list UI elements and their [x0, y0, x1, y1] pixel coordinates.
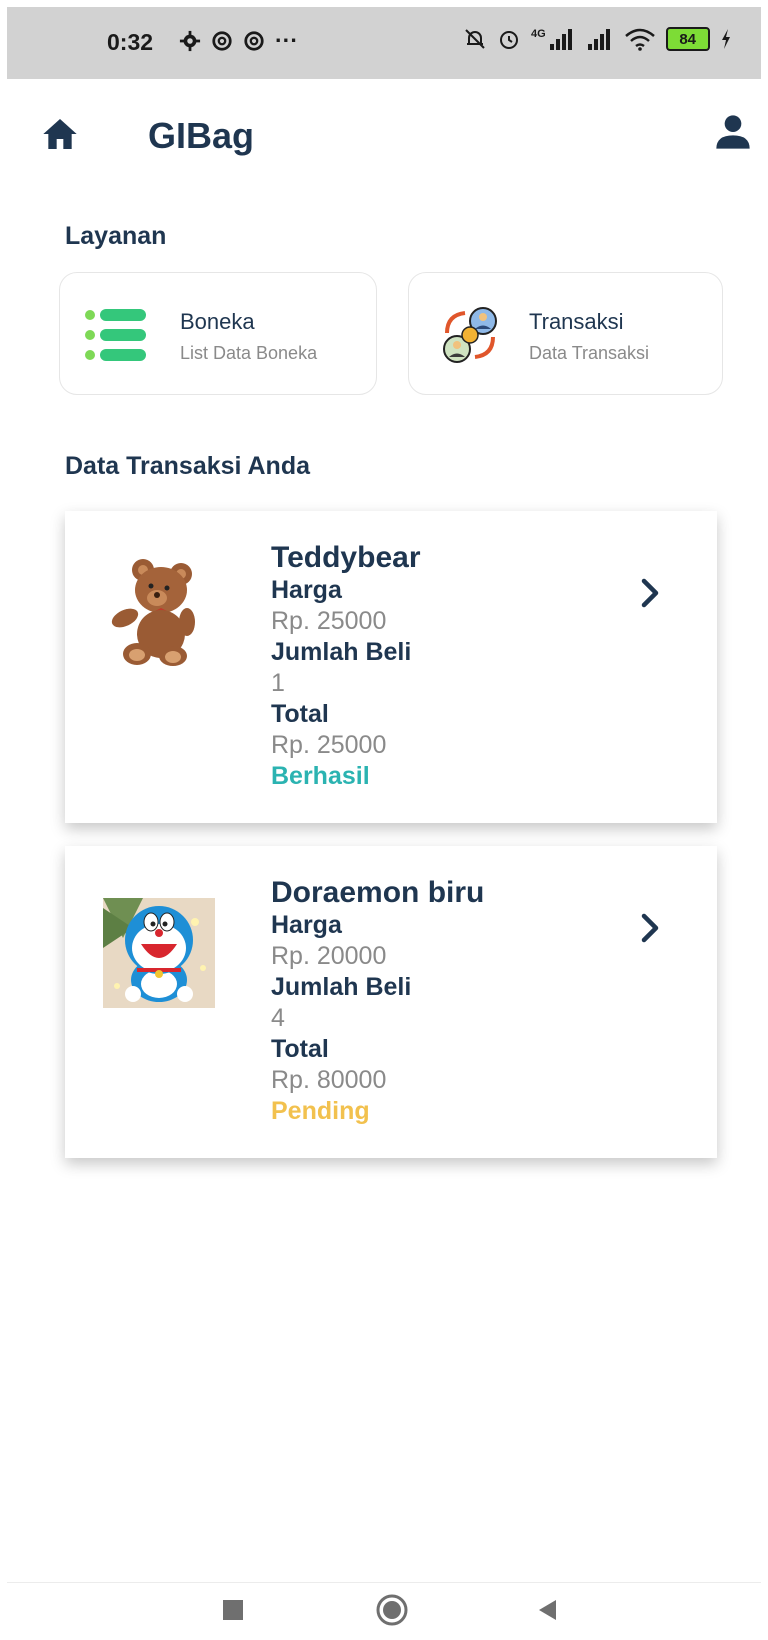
- more-dots-icon: ···: [275, 27, 298, 53]
- total-label: Total: [271, 700, 329, 728]
- profile-icon[interactable]: [713, 112, 753, 152]
- teddybear-image: [111, 559, 195, 666]
- signal-icon: [587, 29, 610, 50]
- chevron-right-icon[interactable]: [639, 575, 663, 611]
- status-time: 0:32: [107, 29, 154, 55]
- total-value: Rp. 80000: [271, 1066, 387, 1094]
- transaction-card[interactable]: Teddybear Harga Rp. 25000 Jumlah Beli 1 …: [65, 511, 717, 823]
- app-title: GIBag: [148, 115, 255, 156]
- service-title: Transaksi: [529, 309, 624, 334]
- transaction-exchange-icon: [443, 307, 497, 363]
- product-name: Teddybear: [271, 541, 421, 574]
- system-nav-bar: [7, 1582, 761, 1640]
- service-title: Boneka: [180, 309, 255, 334]
- status-badge: Berhasil: [271, 762, 370, 790]
- chevron-right-icon[interactable]: [639, 910, 663, 946]
- status-right-icons: 4G 84: [463, 27, 732, 51]
- gear-icon: [179, 30, 201, 52]
- quantity-label: Jumlah Beli: [271, 973, 412, 1001]
- doraemon-image: [103, 898, 215, 1008]
- status-badge: Pending: [271, 1097, 370, 1125]
- price-label: Harga: [271, 911, 342, 939]
- status-bar: 0:32 ··· 4G 84: [7, 7, 761, 79]
- status-left-icons: ···: [179, 27, 298, 54]
- wifi-icon: [624, 28, 655, 51]
- total-value: Rp. 25000: [271, 731, 387, 759]
- service-card-boneka[interactable]: Boneka List Data Boneka: [59, 272, 377, 395]
- service-subtitle: List Data Boneka: [180, 343, 318, 363]
- transaction-info: Doraemon biru Harga Rp. 20000 Jumlah Bel…: [271, 876, 484, 1127]
- home-nav-button[interactable]: [375, 1593, 409, 1627]
- signal-icon: [549, 29, 572, 50]
- at-icon: [212, 31, 232, 51]
- services-title: Layanan: [65, 222, 167, 250]
- service-card-transaksi[interactable]: Transaksi Data Transaksi: [408, 272, 723, 395]
- charging-icon: [721, 29, 730, 49]
- product-name: Doraemon biru: [271, 876, 485, 909]
- battery-icon: 84: [665, 27, 710, 51]
- transactions-title: Data Transaksi Anda: [65, 452, 311, 480]
- total-label: Total: [271, 1035, 329, 1063]
- list-icon: [85, 309, 146, 361]
- network-label: 4G: [531, 28, 546, 40]
- alarm-icon: [500, 31, 518, 49]
- quantity-value: 1: [271, 669, 285, 697]
- quantity-label: Jumlah Beli: [271, 638, 412, 666]
- price-label: Harga: [271, 576, 342, 604]
- back-button[interactable]: [535, 1597, 561, 1623]
- at-icon: [244, 31, 264, 51]
- home-icon[interactable]: [40, 114, 80, 154]
- price-value: Rp. 25000: [271, 607, 387, 635]
- service-subtitle: Data Transaksi: [529, 343, 650, 363]
- quantity-value: 4: [271, 1004, 285, 1032]
- recents-button[interactable]: [220, 1597, 246, 1623]
- transaction-info: Teddybear Harga Rp. 25000 Jumlah Beli 1 …: [271, 541, 421, 792]
- price-value: Rp. 20000: [271, 942, 387, 970]
- transaction-card[interactable]: Doraemon biru Harga Rp. 20000 Jumlah Bel…: [65, 846, 717, 1158]
- app-bar: GIBag: [0, 79, 768, 189]
- bell-off-icon: [465, 29, 485, 49]
